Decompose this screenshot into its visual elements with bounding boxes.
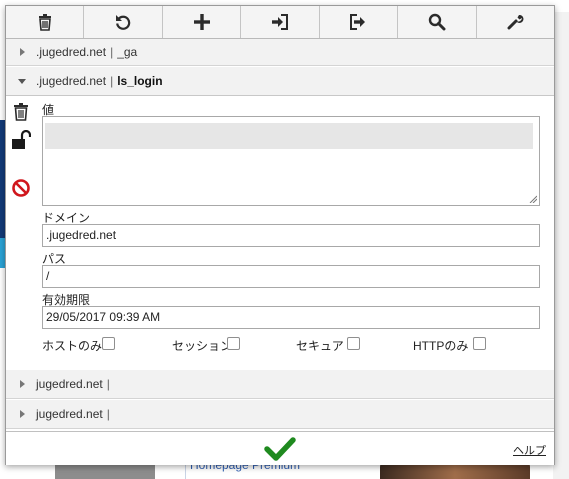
delete-all-button[interactable] [6, 6, 85, 38]
settings-button[interactable] [477, 6, 554, 38]
path-field[interactable]: / [42, 265, 540, 288]
import-icon [271, 14, 288, 30]
add-cookie-button[interactable] [163, 6, 242, 38]
secure-label: セキュア [296, 339, 344, 353]
cookie-domain: .jugedred.net [36, 74, 107, 88]
expand-arrow-icon [20, 410, 25, 418]
refresh-icon [116, 15, 131, 30]
cookie-separator: | [110, 74, 114, 88]
http-only-checkbox[interactable] [473, 337, 486, 350]
toolbar [6, 6, 554, 39]
wrench-icon [507, 14, 524, 30]
resize-grip-icon[interactable] [529, 195, 537, 203]
footer: ヘルプ [6, 431, 554, 465]
cookie-row-expanded[interactable]: .jugedred.net | ls_login [6, 67, 554, 96]
domain-field[interactable]: .jugedred.net [42, 224, 540, 247]
cookie-domain: jugedred.net [36, 407, 103, 421]
search-button[interactable] [398, 6, 477, 38]
value-content [45, 123, 533, 149]
unlock-icon[interactable] [11, 130, 31, 150]
cookie-editor-popup: .jugedred.net | _ga .jugedred.net | ls_l… [5, 5, 555, 465]
refresh-button[interactable] [84, 6, 163, 38]
expand-arrow-icon [20, 380, 25, 388]
value-textarea[interactable] [42, 116, 540, 206]
cookie-name: ls_login [117, 74, 163, 88]
help-link[interactable]: ヘルプ [513, 442, 546, 458]
http-only-label: HTTPのみ [413, 339, 469, 353]
cookie-separator: | [106, 377, 110, 391]
cookie-row[interactable]: jugedred.net | [6, 370, 554, 399]
trash-icon [38, 14, 51, 31]
background-page [553, 12, 569, 479]
checkmark-icon[interactable] [264, 436, 296, 462]
cookie-domain: .jugedred.net [36, 45, 107, 59]
trash-icon[interactable] [11, 102, 31, 122]
export-icon [350, 14, 366, 30]
cookie-row[interactable]: .jugedred.net | _ga [6, 39, 554, 66]
host-only-checkbox[interactable] [102, 337, 115, 350]
session-label: セッション [172, 339, 233, 353]
plus-icon [193, 14, 210, 30]
block-icon[interactable] [11, 178, 31, 198]
collapse-arrow-icon [18, 79, 26, 84]
host-only-label: ホストのみ [42, 339, 103, 353]
import-button[interactable] [241, 6, 320, 38]
secure-checkbox[interactable] [347, 337, 360, 350]
cookie-separator: | [106, 407, 110, 421]
cookie-name: _ga [117, 45, 138, 59]
session-checkbox[interactable] [227, 337, 240, 350]
cookie-domain: jugedred.net [36, 377, 103, 391]
search-icon [428, 13, 446, 31]
export-button[interactable] [320, 6, 399, 38]
expand-arrow-icon [20, 48, 25, 56]
cookie-row[interactable]: jugedred.net | [6, 400, 554, 429]
cookie-separator: | [110, 45, 114, 59]
expires-field[interactable]: 29/05/2017 09:39 AM [42, 306, 540, 329]
